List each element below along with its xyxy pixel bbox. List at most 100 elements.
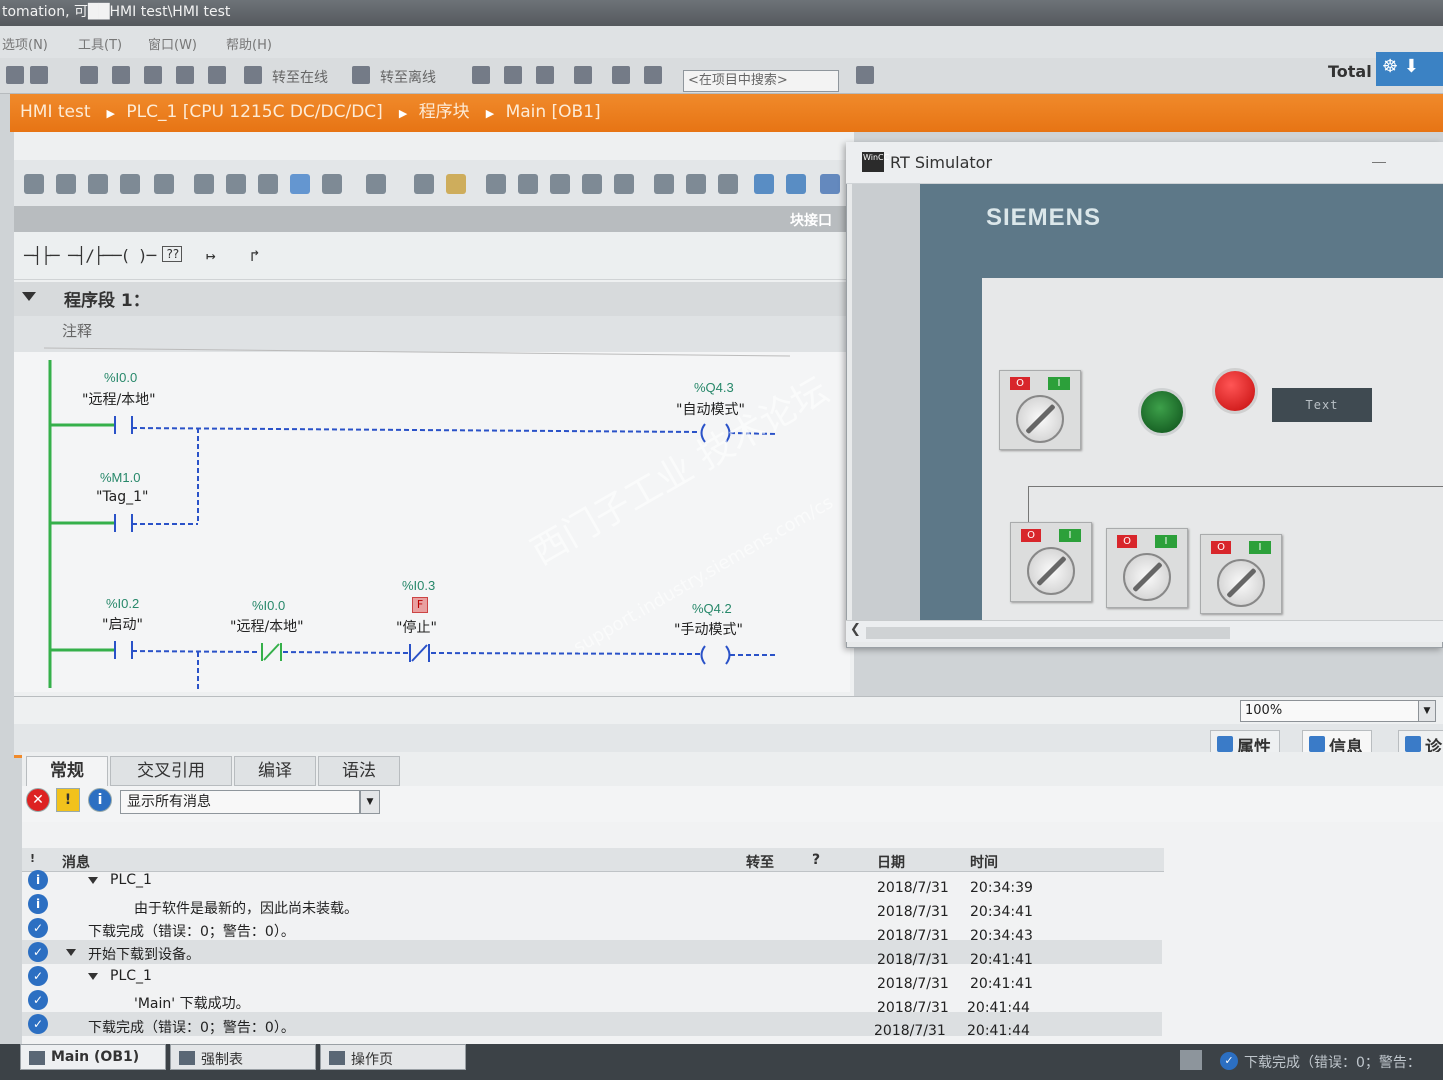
force-flag-badge: F xyxy=(412,597,428,613)
message-text: 由于软件是最新的，因此尚未装载。 xyxy=(134,901,358,917)
selector-switch[interactable]: O I xyxy=(1106,528,1188,608)
message-text: 下载完成（错误：0；警告：0）。 xyxy=(88,1020,295,1036)
keyboard-icon[interactable] xyxy=(1180,1050,1202,1070)
tab-label: 操作页 xyxy=(351,1052,393,1068)
switch-knob-icon[interactable] xyxy=(1016,395,1064,443)
portal-icon[interactable]: ☸ ⬇ xyxy=(1376,52,1443,86)
editor-status-bar xyxy=(14,696,1443,724)
properties-icon xyxy=(1217,736,1233,752)
coil-tag: "手动模式" xyxy=(674,622,743,638)
coil-address: %Q4.3 xyxy=(694,380,734,395)
scrollbar-thumb[interactable] xyxy=(866,627,1230,639)
error-filter-icon[interactable]: ✕ xyxy=(26,788,50,812)
contact-tag: "Tag_1" xyxy=(96,489,149,505)
contact-address: %I0.2 xyxy=(106,596,140,611)
contact-remote-local-nc[interactable] xyxy=(261,643,282,661)
tab-label: 强制表 xyxy=(201,1052,243,1068)
expand-caret-icon[interactable] xyxy=(66,949,76,956)
contact-address: %I0.3 xyxy=(402,578,436,593)
coil-address: %Q4.2 xyxy=(692,601,732,616)
table-row[interactable]: ✓ 'Main' 下载成功。 2018/7/31 20:41:44 xyxy=(22,988,1162,1016)
message-date: 2018/7/31 xyxy=(874,1023,946,1039)
indicator-lamp xyxy=(1138,388,1186,436)
switch-off-label: O xyxy=(1117,535,1137,548)
info-icon xyxy=(1309,736,1325,752)
contact-address: %I0.0 xyxy=(252,598,286,613)
tab-cross-reference[interactable]: 交叉引用 xyxy=(110,756,232,786)
message-time: 20:41:44 xyxy=(967,1023,1030,1039)
success-check-icon: ✓ xyxy=(28,942,48,962)
tab-syntax[interactable]: 语法 xyxy=(318,756,400,786)
contact-address: %I0.0 xyxy=(104,370,138,385)
hmi-text-field: Text xyxy=(1272,388,1372,422)
scroll-left-icon[interactable]: ❮ xyxy=(850,622,861,637)
switch-knob-icon[interactable] xyxy=(1123,553,1171,601)
contact-tag1[interactable] xyxy=(114,514,133,532)
switch-off-label: O xyxy=(1010,377,1030,390)
message-text: 开始下载到设备。 xyxy=(88,947,200,963)
tab-label: Main (OB1) xyxy=(51,1049,140,1065)
simulator-title[interactable]: RT Simulator xyxy=(846,142,1443,184)
table-row[interactable]: i 由于软件是最新的，因此尚未装载。 2018/7/31 20:34:41 xyxy=(22,892,1162,920)
selector-switch[interactable]: O I xyxy=(1010,522,1092,602)
table-row[interactable]: ✓ 下载完成（错误：0；警告：0）。 2018/7/31 20:41:44 xyxy=(22,1012,1162,1039)
table-row[interactable]: ✓ 开始下载到设备。 2018/7/31 20:41:41 xyxy=(22,940,1162,968)
contact-start[interactable] xyxy=(114,641,133,659)
screen-icon xyxy=(329,1051,345,1065)
warning-filter-icon[interactable]: ! xyxy=(56,788,80,812)
table-icon xyxy=(179,1051,195,1065)
contact-tag: "远程/本地" xyxy=(82,392,156,408)
hmi-divider xyxy=(1028,486,1029,526)
info-icon: i xyxy=(28,894,48,914)
zoom-select[interactable]: 100% xyxy=(1240,700,1420,722)
table-row[interactable]: i PLC_1 2018/7/31 20:34:39 xyxy=(22,868,1162,896)
selector-switch[interactable]: O I xyxy=(1200,534,1282,614)
editor-tab-force-table[interactable]: 强制表 xyxy=(170,1044,316,1070)
chevron-down-icon[interactable]: ▼ xyxy=(1418,700,1436,722)
contact-stop-nc[interactable] xyxy=(409,644,430,662)
success-check-icon: ✓ xyxy=(28,1014,48,1034)
switch-knob-icon[interactable] xyxy=(1027,547,1075,595)
tab-general[interactable]: 常规 xyxy=(26,756,108,786)
contact-tag: "远程/本地" xyxy=(230,619,304,635)
info-filter-icon[interactable]: i xyxy=(88,788,112,812)
tab-compile[interactable]: 编译 xyxy=(234,756,316,786)
contact-remote-local[interactable] xyxy=(114,416,133,434)
block-icon xyxy=(29,1051,45,1065)
table-row[interactable]: ✓ PLC_1 2018/7/31 20:41:41 xyxy=(22,964,1162,992)
simulator-left-margin xyxy=(852,184,922,624)
switch-on-label: I xyxy=(1059,529,1081,542)
info-icon: i xyxy=(28,870,48,890)
expand-caret-icon[interactable] xyxy=(88,973,98,980)
switch-on-label: I xyxy=(1155,535,1177,548)
success-check-icon: ✓ xyxy=(28,918,48,938)
contact-address: %M1.0 xyxy=(100,470,141,485)
message-text: 'Main' 下载成功。 xyxy=(134,996,250,1012)
column-header-help[interactable]: ? xyxy=(812,852,820,868)
success-check-icon: ✓ xyxy=(28,966,48,986)
minimize-icon[interactable] xyxy=(1372,162,1386,163)
hmi-divider xyxy=(1028,486,1443,487)
coil-manual-mode[interactable] xyxy=(700,645,731,665)
success-check-icon: ✓ xyxy=(28,990,48,1010)
message-text: PLC_1 xyxy=(110,968,152,984)
red-push-button[interactable] xyxy=(1212,368,1258,414)
search-icon[interactable] xyxy=(856,66,874,84)
status-message[interactable]: 下载完成（错误：0；警告： xyxy=(1244,1052,1421,1072)
message-text: 下载完成（错误：0；警告：0）。 xyxy=(88,924,295,940)
selector-switch[interactable]: O I xyxy=(999,370,1081,450)
chevron-down-icon[interactable]: ▼ xyxy=(360,790,380,814)
switch-knob-icon[interactable] xyxy=(1217,559,1265,607)
message-text: PLC_1 xyxy=(110,872,152,888)
siemens-logo: SIEMENS xyxy=(986,204,1102,231)
expand-caret-icon[interactable] xyxy=(88,877,98,884)
switch-off-label: O xyxy=(1021,529,1041,542)
switch-on-label: I xyxy=(1249,541,1271,554)
editor-tab-main[interactable]: Main (OB1) xyxy=(20,1044,166,1070)
contact-tag: "停止" xyxy=(396,620,437,636)
table-row[interactable]: ✓ 下载完成（错误：0；警告：0）。 2018/7/31 20:34:43 xyxy=(22,916,1162,944)
message-filter-select[interactable]: 显示所有消息 xyxy=(120,790,360,814)
switch-off-label: O xyxy=(1211,541,1231,554)
simulator-app-icon: WinCC xyxy=(862,152,889,172)
editor-tab-screen[interactable]: 操作页 xyxy=(320,1044,466,1070)
